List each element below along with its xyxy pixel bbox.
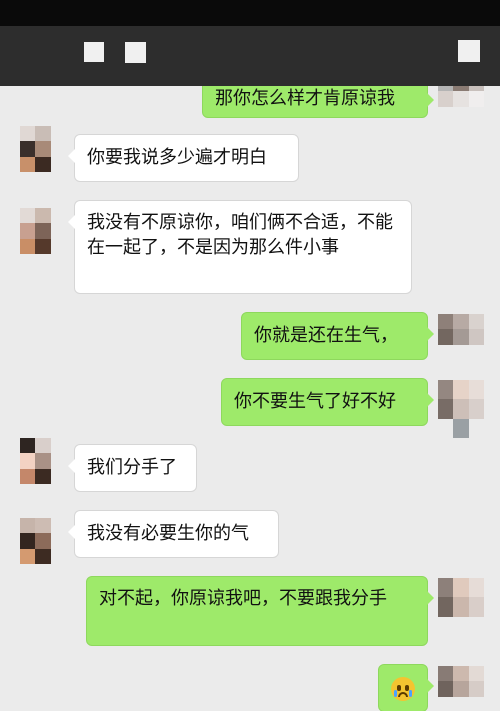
message-text: 对不起，你原谅我吧，不要跟我分手 xyxy=(99,588,387,609)
contact-avatar[interactable] xyxy=(20,126,66,172)
message-bubble-sent[interactable]: 你不要生气了好不好 xyxy=(221,378,434,426)
message-bubble-sent[interactable]: 对不起，你原谅我吧，不要跟我分手 xyxy=(86,576,434,646)
message-text: 那你怎么样才肯原谅我 xyxy=(215,88,395,109)
my-avatar[interactable] xyxy=(438,86,484,122)
back-icon[interactable] xyxy=(84,42,104,62)
profile-menu-icon[interactable] xyxy=(458,40,480,62)
status-bar xyxy=(0,0,500,26)
message-bubble-received[interactable]: 我们分手了 xyxy=(68,444,197,492)
message-text: 你不要生气了好不好 xyxy=(234,391,396,412)
message-bubble-sent[interactable] xyxy=(378,664,434,711)
message-text: 我没有不原谅你，咱们俩不合适，不能在一起了，不是因为那么件小事 xyxy=(87,212,393,258)
chat-header xyxy=(0,26,500,86)
message-bubble-sent[interactable]: 那你怎么样才肯原谅我 xyxy=(202,86,434,118)
contact-avatar[interactable] xyxy=(20,208,66,254)
message-text: 我没有必要生你的气 xyxy=(87,523,249,544)
message-bubble-received[interactable]: 你要我说多少遍才明白 xyxy=(68,134,299,182)
contact-name-icon xyxy=(125,42,146,63)
message-text: 我们分手了 xyxy=(87,457,177,478)
my-avatar[interactable] xyxy=(438,578,484,636)
contact-avatar[interactable] xyxy=(20,518,66,564)
message-bubble-received[interactable]: 我没有必要生你的气 xyxy=(68,510,279,558)
my-avatar[interactable] xyxy=(438,314,484,360)
my-avatar[interactable] xyxy=(438,380,484,438)
crying-face-icon xyxy=(391,677,415,701)
message-bubble-sent[interactable]: 你就是还在生气， xyxy=(241,312,434,360)
message-text: 你就是还在生气， xyxy=(254,325,398,346)
message-text: 你要我说多少遍才明白 xyxy=(87,147,267,168)
my-avatar[interactable] xyxy=(438,666,484,711)
contact-avatar[interactable] xyxy=(20,438,66,484)
chat-area: 那你怎么样才肯原谅我 你要我说多少遍才明白 我没有不原谅你，咱们俩不合适，不能在… xyxy=(0,86,500,711)
message-bubble-received[interactable]: 我没有不原谅你，咱们俩不合适，不能在一起了，不是因为那么件小事 xyxy=(68,200,412,294)
